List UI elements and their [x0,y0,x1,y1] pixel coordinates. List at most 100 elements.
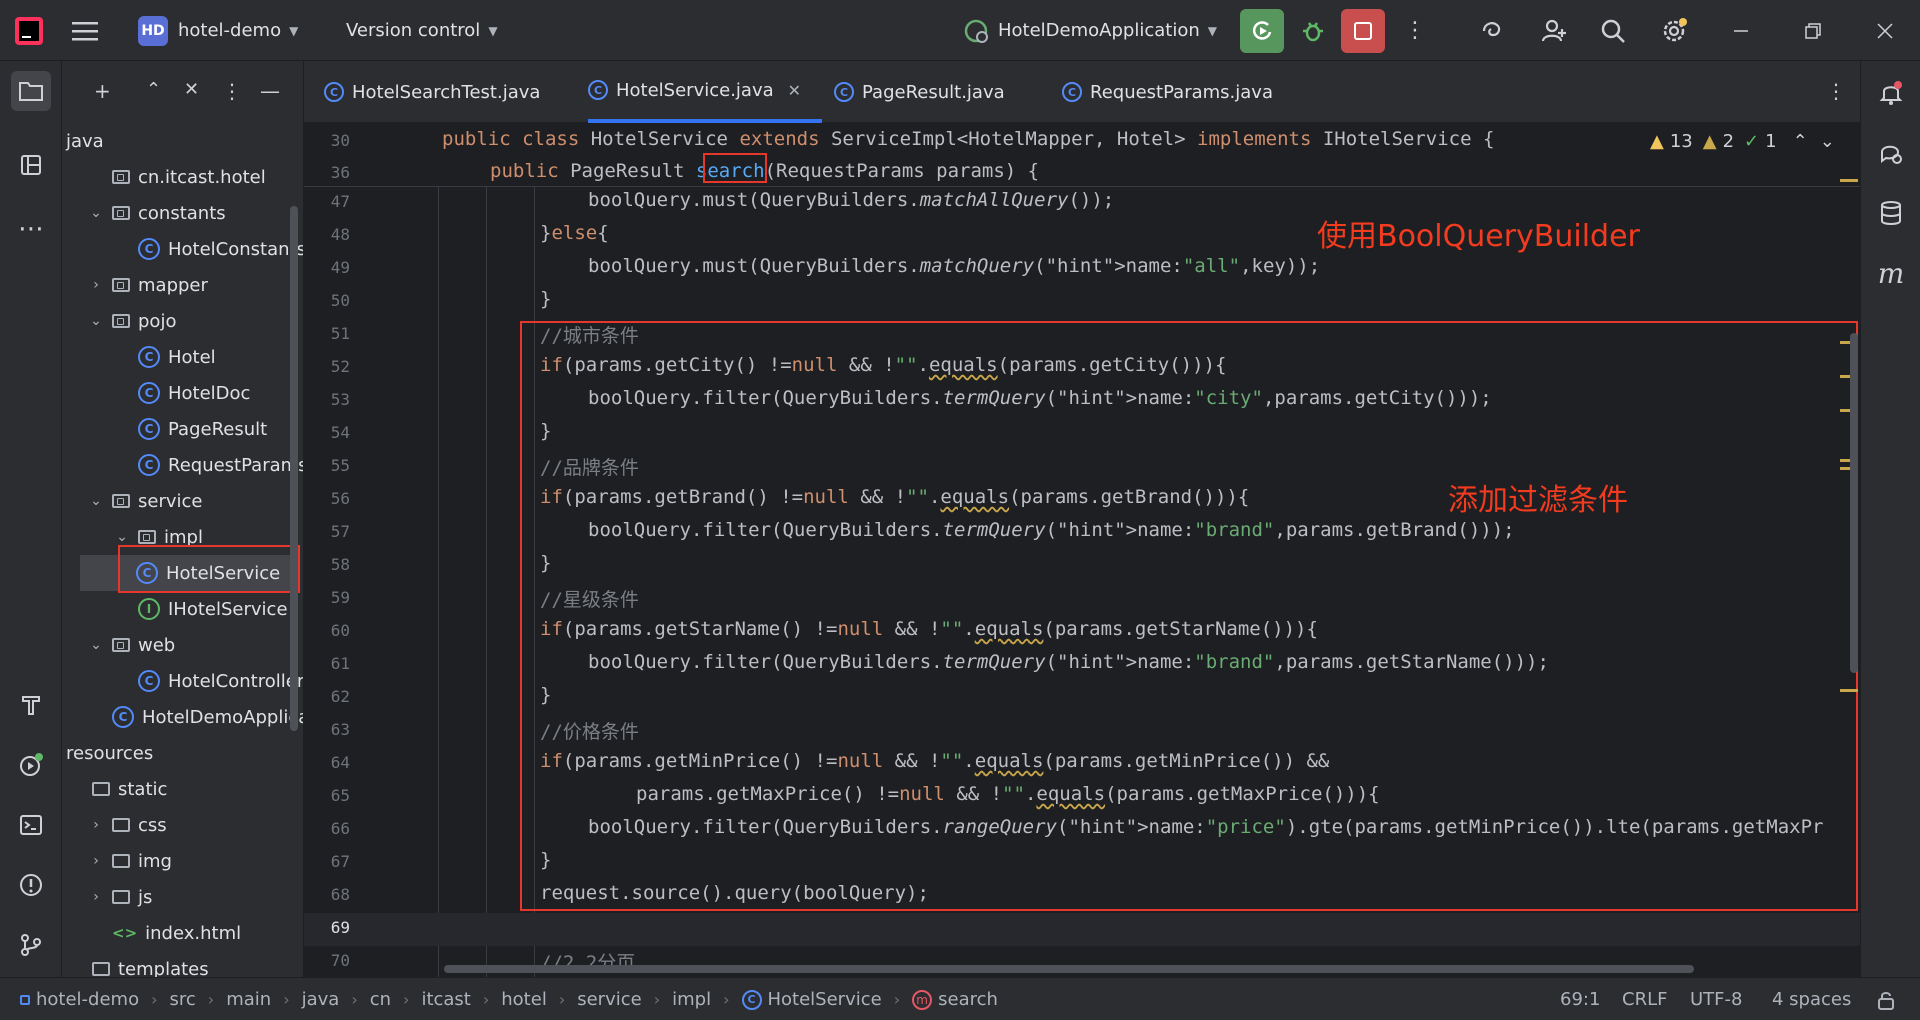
chevron-right-icon[interactable]: › [86,817,106,833]
breadcrumb-item[interactable]: cn [370,989,391,1010]
previous-highlight-icon[interactable]: ⌃ [1793,131,1808,152]
structure-icon[interactable] [11,145,51,185]
tree-item[interactable]: cn.itcast.hotel [86,159,266,195]
add-user-icon[interactable] [1540,0,1568,61]
breadcrumb-label: search [938,989,998,1010]
tree-item[interactable]: › img [86,843,172,879]
code-editor[interactable]: 47 boolQuery.must(QueryBuilders.matchAllQ… [304,123,1860,977]
tab-page-result[interactable]: C PageResult.java [834,61,1054,123]
tree-item[interactable]: ⌄ constants [86,195,226,231]
caret-position[interactable]: 69:1 [1560,978,1600,1020]
weak-warning-count: 2 [1722,131,1735,152]
tab-request-params[interactable]: C RequestParams.java [1062,61,1322,123]
restore-window-icon[interactable] [1804,0,1822,61]
build-hammer-icon[interactable] [11,685,51,725]
tree-item[interactable]: › css [86,807,166,843]
editor-horizontal-scrollbar[interactable] [444,965,1694,973]
expand-all-icon[interactable]: ⌃ [146,79,161,100]
tree-item[interactable]: ⌄ service [86,483,202,519]
database-icon[interactable] [1871,193,1911,233]
breadcrumb-item[interactable]: src [170,989,196,1010]
tab-options-icon[interactable]: ⋮ [1826,79,1846,103]
line-separator[interactable]: CRLF [1622,978,1667,1020]
collapse-all-icon[interactable]: ✕ [184,79,199,100]
search-icon[interactable] [1600,0,1626,61]
chevron-right-icon[interactable]: › [86,853,106,869]
project-switcher[interactable]: HD hotel-demo ▼ [138,0,298,61]
ai-chat-icon[interactable] [1871,133,1911,173]
close-tab-icon[interactable]: ✕ [788,81,801,100]
chevron-down-icon[interactable]: ⌄ [86,205,106,221]
project-folder-icon[interactable] [11,71,51,111]
settings-gear-icon[interactable] [1660,0,1688,61]
problems-icon[interactable] [11,865,51,905]
minimize-window-icon[interactable] [1732,0,1750,61]
warning-marker[interactable] [1840,689,1858,692]
breadcrumb-item[interactable]: main [226,989,271,1010]
hotel-service-highlight-box [118,545,300,593]
chevron-right-icon[interactable]: › [86,277,106,293]
breadcrumb-item[interactable]: hotel [501,989,547,1010]
rerun-button[interactable] [1240,8,1284,53]
tree-item[interactable]: templates [66,951,209,977]
version-control-menu[interactable]: Version control ▼ [346,0,498,61]
hide-panel-icon[interactable]: — [260,79,280,103]
breadcrumb-item[interactable]: itcast [421,989,470,1010]
editor-vertical-scrollbar[interactable] [1850,333,1858,673]
chevron-down-icon[interactable]: ⌄ [86,637,106,653]
main-menu-icon[interactable] [72,0,98,61]
indent-setting[interactable]: 4 spaces [1772,978,1851,1020]
run-config-selector[interactable]: HotelDemoApplication ▼ [962,0,1217,61]
services-run-icon[interactable] [11,745,51,785]
close-window-icon[interactable] [1876,0,1894,61]
maven-icon[interactable]: m [1871,253,1911,293]
breadcrumb-item[interactable]: service [577,989,641,1010]
more-actions-icon[interactable]: ⋮ [1404,0,1426,61]
chevron-right-icon[interactable]: › [86,889,106,905]
options-icon[interactable]: ⋮ [222,79,242,103]
tree-item[interactable]: ⌄ pojo [86,303,176,339]
git-branch-icon[interactable] [11,925,51,965]
class-icon: C [138,670,160,692]
notifications-bell-icon[interactable] [1871,73,1911,113]
tree-item[interactable]: java [66,123,104,159]
ai-assistant-icon[interactable] [1480,0,1506,61]
chevron-down-icon[interactable]: ⌄ [86,313,106,329]
tree-item[interactable]: C HotelController [112,663,303,699]
chevron-down-icon[interactable]: ⌄ [86,493,106,509]
warning-marker[interactable] [1840,179,1858,182]
terminal-icon[interactable] [11,805,51,845]
lock-icon[interactable] [1876,978,1896,1020]
breadcrumb-item[interactable]: hotel-demo [20,989,139,1010]
tree-item[interactable]: C HotelConstants [112,231,303,267]
inspection-widget[interactable]: ▲ 13 ▲ 2 ✓ 1 ⌃ ⌄ [1650,131,1841,152]
debug-icon[interactable] [1300,0,1326,61]
stop-button[interactable] [1341,8,1385,53]
tree-item[interactable]: C PageResult [112,411,267,447]
new-file-icon[interactable]: + [94,79,111,103]
tree-item[interactable]: › mapper [86,267,208,303]
tree-item[interactable]: I IHotelService [112,591,288,627]
tree-item[interactable]: C HotelDemoApplicatio [86,699,303,735]
tree-item[interactable]: C Hotel [112,339,216,375]
file-encoding[interactable]: UTF-8 [1690,978,1742,1020]
line-number: 60 [330,621,350,640]
tree-item[interactable]: ⌄ web [86,627,175,663]
tree-item[interactable]: <> index.html [86,915,241,951]
more-tools-icon[interactable]: ⋯ [11,209,51,249]
tree-item[interactable]: resources [66,735,153,771]
tree-item[interactable]: C RequestParams [112,447,303,483]
breadcrumb-item[interactable]: C HotelService [741,989,882,1010]
project-scrollbar[interactable] [290,206,298,731]
app-logo-icon[interactable] [14,0,44,61]
breadcrumb-item[interactable]: java [302,989,340,1010]
tab-hotel-service[interactable]: C HotelService.java ✕ [588,61,822,123]
breadcrumb-item[interactable]: m search [912,989,998,1010]
tree-item[interactable]: C HotelDoc [112,375,250,411]
chevron-down-icon[interactable]: ⌄ [112,529,132,545]
breadcrumb-item[interactable]: impl [672,989,711,1010]
next-highlight-icon[interactable]: ⌄ [1820,131,1835,152]
tree-item[interactable]: › js [86,879,152,915]
tree-item[interactable]: static [66,771,167,807]
tab-hotel-search-test[interactable]: C HotelSearchTest.java [324,61,564,123]
